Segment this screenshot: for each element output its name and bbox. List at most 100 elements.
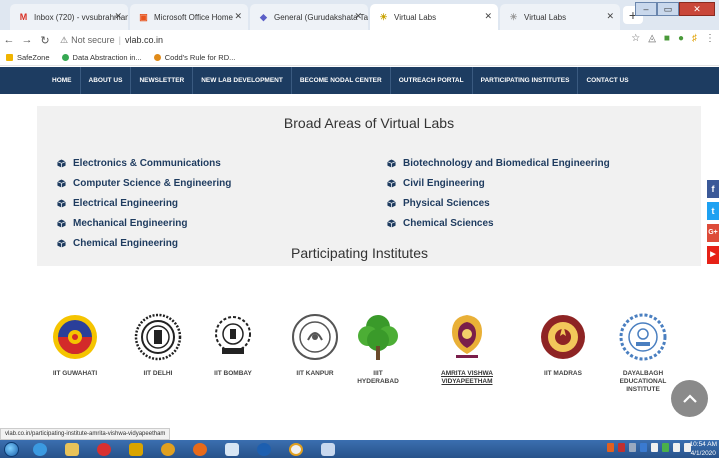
close-window-button[interactable]: ✕	[679, 2, 715, 16]
social-sidebar: f t G+ ▶	[707, 180, 719, 268]
extension-icon[interactable]: ♯	[692, 33, 697, 44]
taskbar-ie[interactable]	[26, 440, 54, 458]
area-civil-engineering[interactable]: Civil Engineering	[387, 173, 610, 193]
nav-home[interactable]: HOME	[44, 67, 81, 94]
extension-icon[interactable]: ◬	[648, 33, 656, 44]
close-icon[interactable]: ✕	[354, 11, 362, 22]
browser-tab-virtual-labs[interactable]: ☀ Virtual Labs ✕	[500, 4, 620, 30]
extension-icon[interactable]: ●	[678, 33, 684, 44]
close-icon[interactable]: ✕	[114, 11, 122, 22]
browser-tab-office[interactable]: ▣ Microsoft Office Home ✕	[130, 4, 248, 30]
firefox-icon	[193, 442, 207, 456]
cube-icon	[387, 198, 396, 208]
nav-new-lab-development[interactable]: NEW LAB DEVELOPMENT	[193, 67, 292, 94]
back-arrow-icon[interactable]: ←	[0, 34, 18, 46]
opera-icon	[97, 442, 111, 456]
maximize-button[interactable]: ▭	[657, 2, 679, 16]
gmail-icon: M	[19, 12, 28, 22]
close-icon[interactable]: ✕	[484, 11, 492, 22]
reload-icon[interactable]: ↻	[36, 34, 54, 47]
google-plus-icon[interactable]: G+	[707, 224, 719, 242]
bookmark-safezone[interactable]: SafeZone	[6, 53, 50, 62]
taskbar-opera[interactable]	[90, 440, 118, 458]
tray-icon[interactable]	[662, 443, 669, 452]
browser-tab-teams[interactable]: ◆ General (Gurudakshata Task... ✕	[250, 4, 368, 30]
warning-icon: ⚠	[60, 34, 69, 45]
iit-bombay-logo	[215, 316, 251, 354]
system-tray	[607, 443, 691, 452]
taskbar-media[interactable]	[218, 440, 246, 458]
nav-contact-us[interactable]: CONTACT US	[578, 67, 636, 94]
institute-iit-guwahati[interactable]: IIT GUWAHATI	[35, 312, 115, 378]
area-mechanical-engineering[interactable]: Mechanical Engineering	[57, 213, 231, 233]
bookmark-codds-rule[interactable]: Codd's Rule for RD...	[153, 53, 235, 62]
broad-areas-section: Broad Areas of Virtual Labs Electronics …	[37, 106, 701, 266]
dayalbagh-logo	[619, 313, 667, 361]
menu-icon[interactable]: ⋮	[705, 33, 715, 44]
area-physical-sciences[interactable]: Physical Sciences	[387, 193, 610, 213]
area-computer-science[interactable]: Computer Science & Engineering	[57, 173, 231, 193]
address-bar: ← → ↻ ⚠ Not secure | vlab.co.in ☆ ◬ ■ ● …	[0, 30, 719, 50]
forward-arrow-icon[interactable]: →	[18, 34, 36, 46]
app-icon	[129, 442, 143, 456]
taskbar-app[interactable]	[122, 440, 150, 458]
site-navigation: HOME ABOUT US NEWSLETTER NEW LAB DEVELOP…	[0, 67, 719, 94]
taskbar-firefox[interactable]	[186, 440, 214, 458]
nav-about-us[interactable]: ABOUT US	[81, 67, 132, 94]
nav-newsletter[interactable]: NEWSLETTER	[131, 67, 194, 94]
close-icon[interactable]: ✕	[606, 11, 614, 22]
taskbar-chrome-active[interactable]	[282, 440, 310, 458]
iit-madras-logo	[541, 315, 585, 359]
facebook-icon[interactable]: f	[707, 180, 719, 198]
window-controls: – ▭ ✕	[635, 2, 715, 16]
minimize-button[interactable]: –	[635, 2, 657, 16]
nav-become-nodal-center[interactable]: BECOME NODAL CENTER	[292, 67, 391, 94]
taskbar-clock[interactable]: 10:54 AM 4/1/2020	[690, 440, 717, 458]
network-icon[interactable]	[673, 443, 680, 452]
taskbar-explorer[interactable]	[58, 440, 86, 458]
institute-iit-madras[interactable]: IIT MADRAS	[523, 312, 603, 378]
area-electronics-communications[interactable]: Electronics & Communications	[57, 153, 231, 173]
area-electrical-engineering[interactable]: Electrical Engineering	[57, 193, 231, 213]
taskbar-chrome[interactable]	[154, 440, 182, 458]
nav-outreach-portal[interactable]: OUTREACH PORTAL	[391, 67, 473, 94]
bookmark-data-abstraction[interactable]: Data Abstraction in...	[61, 53, 142, 62]
security-label: Not secure	[71, 35, 115, 45]
windows-taskbar: 10:54 AM 4/1/2020	[0, 440, 719, 458]
institute-dayalbagh[interactable]: DAYALBAGH EDUCATIONAL INSTITUTE	[603, 312, 683, 394]
institute-iit-bombay[interactable]: IIT BOMBAY	[193, 312, 273, 378]
scroll-to-top-button[interactable]	[671, 380, 708, 417]
twitter-icon[interactable]: t	[707, 202, 719, 220]
url-separator: |	[118, 35, 121, 45]
area-biotechnology[interactable]: Biotechnology and Biomedical Engineering	[387, 153, 610, 173]
tray-icon[interactable]	[640, 443, 647, 452]
flag-icon[interactable]	[651, 443, 658, 452]
nav-participating-institutes[interactable]: PARTICIPATING INSTITUTES	[473, 67, 579, 94]
star-icon[interactable]: ☆	[631, 33, 640, 44]
windows-orb-icon	[3, 441, 19, 457]
tray-icon[interactable]	[607, 443, 614, 452]
cube-icon	[57, 218, 66, 228]
bookmark-icon	[61, 54, 69, 61]
browser-tab-virtual-labs-active[interactable]: ☀ Virtual Labs ✕	[370, 4, 498, 30]
institute-iit-delhi[interactable]: IIT DELHI	[118, 312, 198, 378]
browser-tab-gmail[interactable]: M Inbox (720) - vvsubrahmany... ✕	[10, 4, 128, 30]
url-field[interactable]: ⚠ Not secure | vlab.co.in	[60, 35, 163, 46]
taskbar-bluetooth[interactable]	[250, 440, 278, 458]
bookmark-icon	[153, 54, 161, 61]
window-icon	[321, 442, 335, 456]
tray-icon[interactable]	[629, 443, 636, 452]
area-chemical-sciences[interactable]: Chemical Sciences	[387, 213, 610, 233]
cube-icon	[387, 218, 396, 228]
close-icon[interactable]: ✕	[234, 11, 242, 22]
institutes-row: IIT GUWAHATI IIT DELHI IIT BOMBAY IIT KA…	[0, 312, 719, 422]
institute-iiit-hyderabad[interactable]: IIIT HYDERABAD	[338, 312, 418, 386]
youtube-icon[interactable]: ▶	[707, 246, 719, 264]
tray-icon[interactable]	[618, 443, 625, 452]
browser-tab-strip: M Inbox (720) - vvsubrahmany... ✕ ▣ Micr…	[0, 0, 719, 30]
extension-icon[interactable]: ■	[664, 33, 670, 44]
taskbar-window[interactable]	[314, 440, 342, 458]
institute-amrita[interactable]: AMRITA VISHWA VIDYAPEETHAM	[427, 312, 507, 386]
start-button[interactable]	[0, 440, 22, 458]
iiit-hyderabad-logo	[358, 315, 398, 360]
